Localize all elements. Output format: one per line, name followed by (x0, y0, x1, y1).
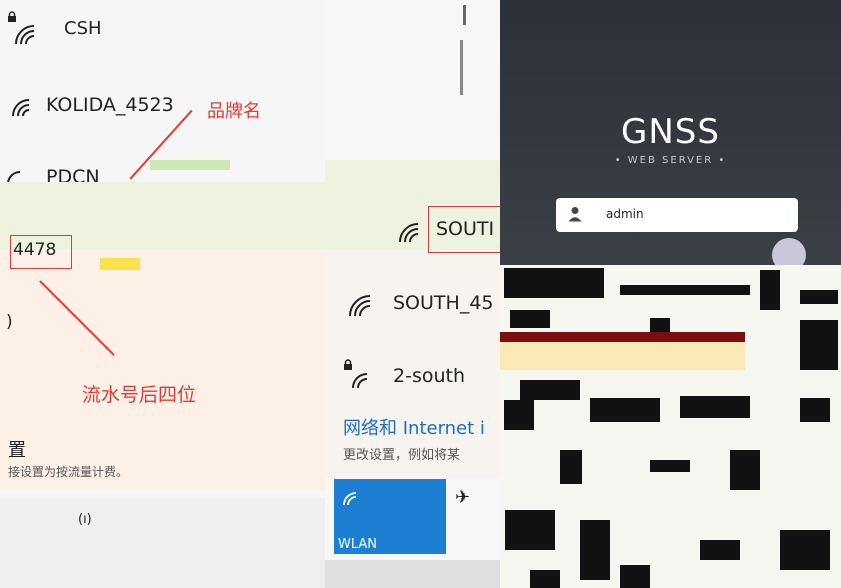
noise-block (680, 396, 750, 418)
wifi-icon (349, 370, 373, 390)
noise-block (650, 460, 690, 472)
wifi-icon (12, 22, 40, 46)
network-name[interactable]: 2-south (393, 365, 465, 387)
noise-block (500, 332, 745, 342)
username-field[interactable]: admin (556, 198, 798, 232)
noise-block (800, 320, 838, 370)
serial-number-suffix: 4478 (13, 240, 57, 260)
taskbar-strip (325, 560, 500, 588)
noise-block (510, 310, 550, 328)
noise-block (505, 510, 555, 550)
annotation-serial-label: 流水号后四位 (82, 384, 197, 406)
wifi-icon (397, 220, 423, 244)
noise-block (800, 290, 838, 304)
noise-block (504, 268, 604, 298)
app-subtitle: • WEB SERVER • (614, 155, 727, 166)
noise-block (530, 570, 560, 588)
noise-block (500, 342, 745, 370)
wlan-label: WLAN (338, 537, 378, 552)
settings-description: 接设置为按流量计费。 (8, 465, 129, 479)
lock-icon (343, 356, 353, 370)
glitch-block (150, 160, 230, 170)
noise-block (800, 398, 830, 422)
noise-block (560, 450, 582, 484)
network-name[interactable]: SOUTH_45 (393, 292, 494, 314)
wifi-icon (10, 96, 34, 118)
glitch-block (100, 258, 140, 270)
network-name[interactable]: SOUTI (436, 218, 494, 240)
wlan-tile[interactable]: WLAN (334, 479, 446, 554)
paren-text: ) (6, 312, 13, 332)
noise-block (780, 530, 830, 570)
app-title: GNSS (621, 112, 720, 152)
gnss-login-panel: GNSS • WEB SERVER • admin (500, 0, 841, 588)
scrollbar-thumb[interactable] (463, 5, 466, 25)
noise-block (700, 540, 740, 560)
settings-title[interactable]: 置 (8, 436, 26, 462)
settings-title[interactable]: 网络和 Internet i (343, 414, 485, 440)
network-name[interactable]: CSH (64, 18, 102, 39)
wifi-icon (342, 491, 360, 511)
airplane-icon[interactable]: ✈ (455, 487, 470, 508)
left-network-panel: CSH KOLIDA_4523 品牌名 PDCN 4478 ) 流水号后四位 置… (0, 0, 325, 588)
noise-block (620, 565, 650, 588)
lock-icon (7, 8, 17, 22)
noise-block (590, 398, 660, 422)
network-name[interactable]: KOLIDA_4523 (46, 94, 174, 116)
scrollbar[interactable] (460, 40, 463, 95)
highlight-band (0, 250, 325, 490)
user-icon (568, 206, 582, 226)
middle-network-panel: SOUTI SOUTH_45 2-south 网络和 Internet i 更改… (325, 0, 500, 588)
noise-block (580, 520, 610, 580)
noise-block (620, 285, 750, 295)
settings-description: 更改设置，例如将某 (343, 448, 461, 463)
username-value: admin (606, 207, 644, 221)
noise-block (504, 400, 534, 430)
wifi-icon (347, 292, 375, 318)
noise-block (730, 450, 760, 490)
noise-block (760, 270, 780, 310)
hotspot-icon[interactable]: (ı) (78, 512, 92, 527)
annotation-brand-label: 品牌名 (207, 101, 261, 122)
quick-actions-area (0, 498, 325, 588)
noise-block (520, 380, 580, 400)
